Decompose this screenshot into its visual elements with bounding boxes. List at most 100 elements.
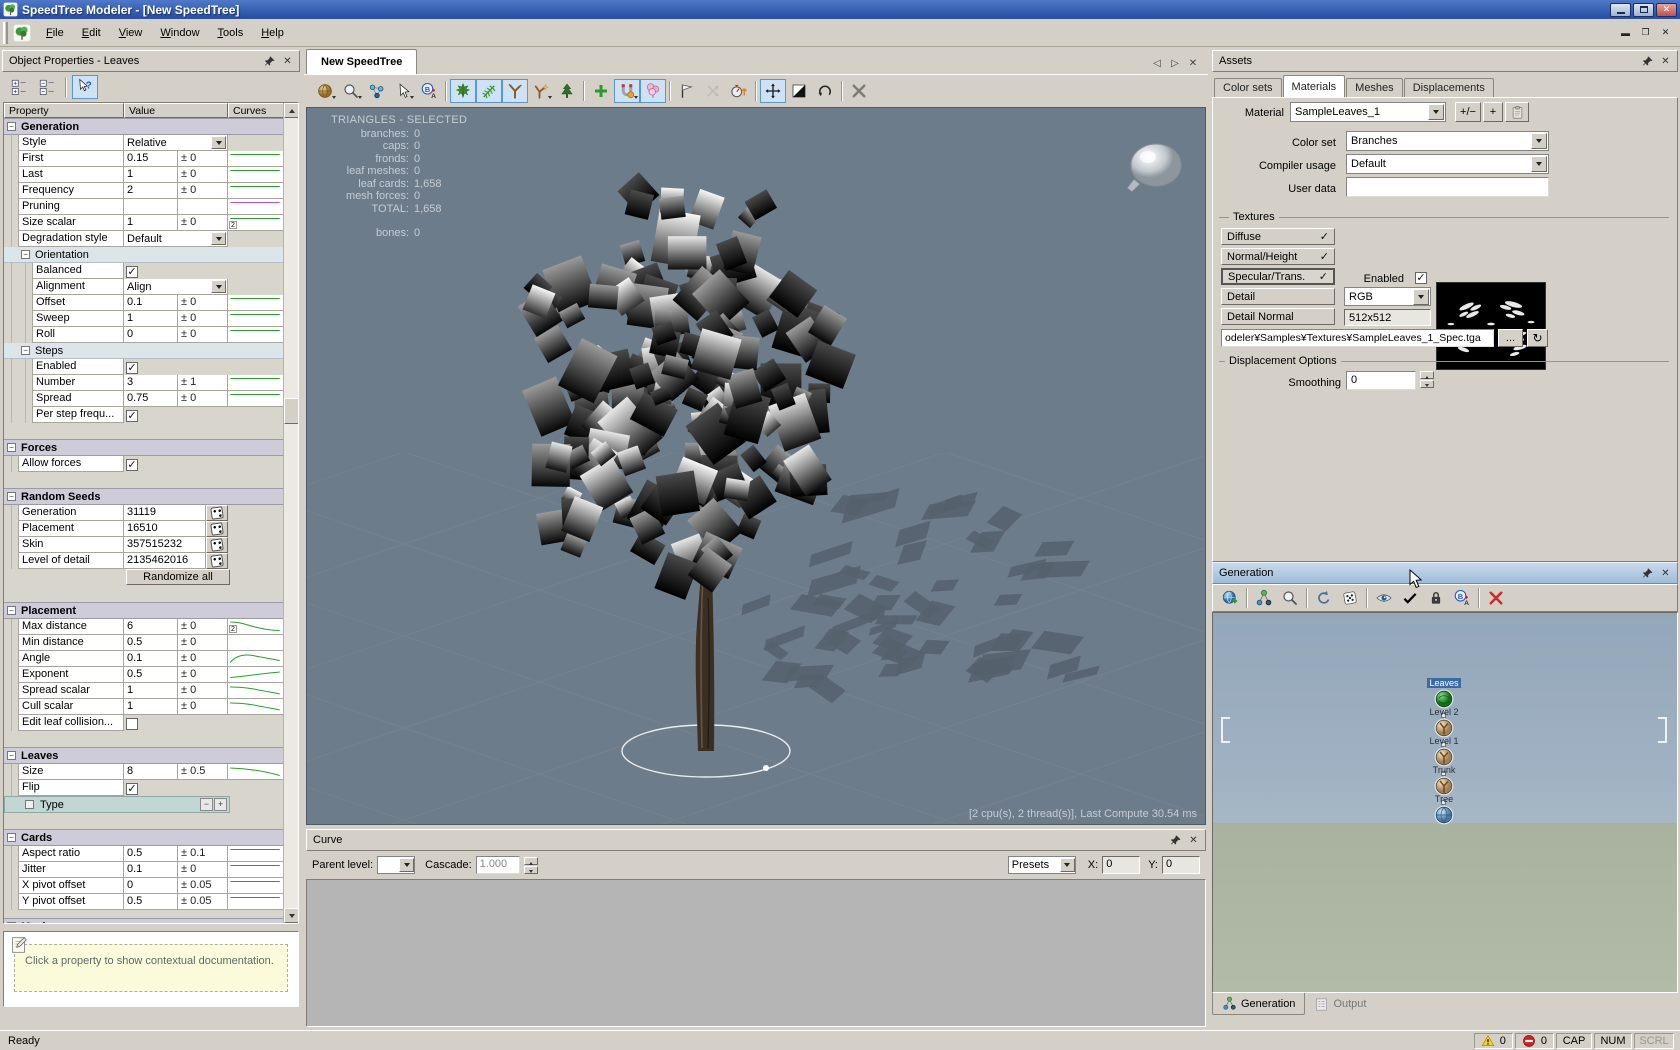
ring-handle[interactable]: [763, 765, 769, 771]
prop-curve[interactable]: [228, 327, 284, 343]
section-leaves[interactable]: − Leaves: [4, 747, 284, 764]
scrollbar-thumb[interactable]: [284, 398, 298, 424]
prop-curve[interactable]: [228, 683, 284, 699]
section-random-seeds[interactable]: − Random Seeds: [4, 488, 284, 505]
collapse-icon[interactable]: −: [21, 346, 30, 355]
prop-value[interactable]: 0.1: [124, 862, 178, 878]
prop-curve[interactable]: [228, 183, 284, 199]
maximize-button[interactable]: [1633, 2, 1654, 17]
generation-node-graph[interactable]: Leaves Level 2 Level 1 Trunk Tree: [1212, 612, 1678, 993]
material-paste-button[interactable]: [1505, 102, 1529, 122]
prop-value[interactable]: 1: [124, 699, 178, 715]
prop-variance[interactable]: ± 0: [178, 215, 228, 231]
move-button[interactable]: [760, 79, 786, 103]
next-tab-icon[interactable]: ▷: [1168, 58, 1182, 69]
enabled-checkbox[interactable]: ✓: [1415, 272, 1427, 284]
seed-value[interactable]: 31119: [124, 505, 206, 521]
prop-value[interactable]: 0.5: [124, 667, 178, 683]
texture-slot-diffuse[interactable]: Diffuse ✓: [1221, 228, 1335, 245]
delete-button[interactable]: [846, 79, 872, 103]
prop-curve[interactable]: [228, 167, 284, 183]
warnings-indicator[interactable]: 0: [1473, 1032, 1513, 1049]
dice-button[interactable]: [1337, 586, 1363, 610]
menu-window[interactable]: Window: [151, 24, 208, 42]
smoothing-spinner[interactable]: [1420, 371, 1434, 388]
prop-curve[interactable]: [228, 667, 284, 683]
prop-variance[interactable]: ± 0: [178, 635, 228, 651]
prop-value[interactable]: 8: [124, 764, 178, 780]
prop-curve[interactable]: [228, 151, 284, 167]
prop-curve[interactable]: 2: [228, 619, 284, 635]
prop-checkbox[interactable]: ✓: [126, 361, 138, 374]
prop-value[interactable]: 3: [124, 375, 178, 391]
prop-label[interactable]: Alignment: [32, 279, 124, 295]
add-type-button[interactable]: +: [214, 798, 227, 811]
randomize-all-button[interactable]: Randomize all: [126, 569, 230, 585]
prop-value[interactable]: 1: [124, 311, 178, 327]
texture-path-input[interactable]: odeler¥Samples¥Textures¥SampleLeaves_1_S…: [1221, 329, 1494, 347]
rotate-button[interactable]: [812, 79, 838, 103]
collapse-icon[interactable]: −: [7, 833, 16, 842]
prop-variance[interactable]: ± 0: [178, 667, 228, 683]
corner-box-button[interactable]: [786, 79, 812, 103]
prop-dropdown[interactable]: Align: [124, 279, 228, 295]
compiler-usage-select[interactable]: Default: [1346, 154, 1549, 174]
prop-label[interactable]: Skin: [18, 537, 124, 553]
prop-variance[interactable]: ± 0.1: [178, 846, 228, 862]
pin-icon[interactable]: [1168, 833, 1183, 847]
prop-curve[interactable]: [228, 862, 284, 878]
close-icon[interactable]: ✕: [1186, 833, 1201, 847]
light-gizmo[interactable]: [1126, 143, 1182, 193]
prop-label[interactable]: Jitter: [18, 862, 124, 878]
prop-checkbox[interactable]: ✓: [126, 409, 138, 422]
dropdown-arrow-icon[interactable]: [211, 136, 226, 149]
close-button[interactable]: ✕: [1656, 2, 1677, 17]
mdi-close-button[interactable]: ✕: [1657, 26, 1674, 40]
node-link-button[interactable]: [364, 79, 390, 103]
prop-curve[interactable]: [228, 878, 284, 894]
assets-tab-displacements[interactable]: Displacements: [1403, 78, 1494, 97]
prop-curve[interactable]: [228, 699, 284, 715]
prop-variance[interactable]: ± 1: [178, 375, 228, 391]
prop-label[interactable]: Size scalar: [18, 215, 124, 231]
prop-curve[interactable]: 2: [228, 215, 284, 231]
texture-slot-detail-normal[interactable]: Detail Normal: [1221, 308, 1335, 325]
prop-label[interactable]: Frequency: [18, 183, 124, 199]
section-placement[interactable]: − Placement: [4, 602, 284, 619]
prop-variance[interactable]: ± 0: [178, 311, 228, 327]
dropdown-arrow-icon[interactable]: [211, 280, 226, 293]
prop-curve[interactable]: [228, 651, 284, 667]
prop-label[interactable]: Degradation style: [18, 231, 124, 247]
texture-slot-detail[interactable]: Detail: [1221, 288, 1335, 305]
prop-label[interactable]: Last: [18, 167, 124, 183]
randomize-seed-button[interactable]: [206, 505, 228, 521]
prop-curve[interactable]: [228, 764, 284, 780]
prop-label[interactable]: Min distance: [18, 635, 124, 651]
darts-button[interactable]: [700, 79, 726, 103]
leaf-button[interactable]: [450, 79, 476, 103]
mdi-restore-button[interactable]: ❐: [1637, 26, 1654, 40]
lock-button[interactable]: [1423, 586, 1449, 610]
dock-tab-output[interactable]: Output: [1305, 993, 1375, 1015]
prop-value[interactable]: 0.15: [124, 151, 178, 167]
prop-checkbox[interactable]: [126, 717, 138, 730]
add-button[interactable]: [588, 79, 614, 103]
prop-label[interactable]: Pruning: [18, 199, 124, 215]
prop-value[interactable]: 0.75: [124, 391, 178, 407]
presets-select[interactable]: Presets: [1007, 856, 1076, 874]
prop-label[interactable]: Size: [18, 764, 124, 780]
eye-button[interactable]: [1371, 586, 1397, 610]
context-help-button[interactable]: [72, 75, 98, 99]
prop-value[interactable]: 0.5: [124, 894, 178, 910]
scroll-down-button[interactable]: [284, 908, 298, 923]
prop-value[interactable]: [124, 199, 178, 215]
rotate-cw-button[interactable]: [1311, 586, 1337, 610]
prop-dropdown[interactable]: Relative: [124, 135, 228, 151]
prop-variance[interactable]: [178, 199, 228, 215]
user-data-input[interactable]: [1346, 177, 1549, 197]
prop-variance[interactable]: ± 0: [178, 651, 228, 667]
tree-trunk[interactable]: [695, 574, 715, 751]
parent-level-select[interactable]: [377, 856, 416, 874]
prop-variance[interactable]: ± 0: [178, 683, 228, 699]
subsection-type[interactable]: Type − +: [4, 796, 230, 813]
